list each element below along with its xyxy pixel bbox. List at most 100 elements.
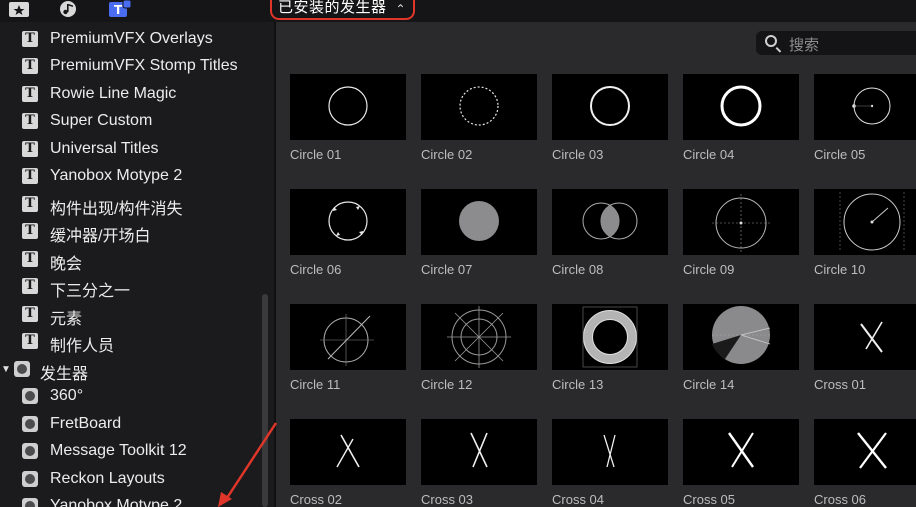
tile-label: Circle 05 (814, 147, 866, 162)
tile-label: Cross 02 (290, 492, 343, 507)
sidebar-item[interactable]: T PremiumVFX Overlays (0, 26, 262, 53)
tile-label: Cross 05 (683, 492, 736, 507)
thumbnail (552, 304, 668, 370)
title-t-icon: T (22, 223, 38, 239)
sidebar-item-label: Yanobox Motype 2 (50, 497, 183, 507)
titles-generators-icon[interactable]: T (108, 0, 132, 18)
sidebar-item[interactable]: Reckon Layouts (0, 466, 262, 493)
sidebar-item[interactable]: T 制作人员 (0, 328, 262, 355)
sidebar-item[interactable]: Message Toolkit 12 (0, 438, 262, 465)
thumbnail (552, 74, 668, 140)
search-icon (765, 35, 777, 47)
title-t-icon: T (22, 333, 38, 349)
disclosure-triangle-icon[interactable]: ▼ (1, 364, 11, 375)
sidebar-item-label: 下三分之一 (50, 283, 131, 300)
thumbnail (814, 419, 916, 485)
clapperboard-star-icon[interactable] (8, 0, 30, 18)
tile-label: Circle 12 (421, 377, 473, 392)
thumbnail (552, 189, 668, 255)
thumbnail (683, 189, 799, 255)
thumbnail (683, 304, 799, 370)
thumbnail (290, 419, 406, 485)
sidebar-item-label: 构件出现/构件消失 (50, 201, 183, 218)
sidebar-item[interactable]: T Yanobox Motype 2 (0, 163, 262, 190)
tile-label: Circle 06 (290, 262, 342, 277)
tile-label: Circle 03 (552, 147, 604, 162)
sidebar-group-label: 发生器 (40, 366, 89, 383)
thumbnail (290, 304, 406, 370)
tile-label: Cross 03 (421, 492, 474, 507)
sidebar-item[interactable]: T Super Custom (0, 108, 262, 135)
sidebar-scrollbar[interactable] (262, 294, 268, 507)
sidebar-item[interactable]: FretBoard (0, 411, 262, 438)
sidebar-item-label: Reckon Layouts (50, 470, 165, 487)
installed-generators-dropdown[interactable]: 已安装的发生器 ⌃ (270, 0, 415, 20)
title-t-icon: T (22, 168, 38, 184)
title-t-icon: T (22, 86, 38, 102)
music-photo-icon[interactable] (57, 0, 79, 18)
search-field[interactable]: 搜索 (756, 31, 916, 55)
thumbnail (552, 419, 668, 485)
tile-label: Circle 07 (421, 262, 473, 277)
sidebar-item[interactable]: T Rowie Line Magic (0, 81, 262, 108)
sidebar-item[interactable]: T 构件出现/构件消失 (0, 191, 262, 218)
sidebar-item-label: 360° (50, 387, 84, 404)
sidebar-item[interactable]: T 元素 (0, 301, 262, 328)
generator-icon (22, 416, 38, 432)
title-t-icon: T (22, 58, 38, 74)
thumbnail (814, 189, 916, 255)
sidebar-item[interactable]: T PremiumVFX Stomp Titles (0, 53, 262, 80)
dropdown-label: 已安装的发生器 (278, 0, 387, 16)
sidebar-item-label: Rowie Line Magic (50, 85, 177, 102)
tile-label: Circle 04 (683, 147, 735, 162)
title-t-icon: T (22, 251, 38, 267)
tile-label: Circle 01 (290, 147, 342, 162)
thumbnail (421, 74, 537, 140)
tile-label: Circle 02 (421, 147, 473, 162)
sidebar: T PremiumVFX Overlays T PremiumVFX Stomp… (0, 22, 274, 507)
thumbnail (421, 189, 537, 255)
tile-label: Cross 01 (814, 377, 867, 392)
sidebar-item-label: Super Custom (50, 112, 153, 129)
thumbnail (421, 304, 537, 370)
generator-icon (22, 388, 38, 404)
tile-label: Cross 04 (552, 492, 605, 507)
tile-label: Circle 11 (290, 377, 341, 392)
sidebar-item-label: Message Toolkit 12 (50, 442, 187, 459)
sidebar-item[interactable]: 360° (0, 383, 262, 410)
sidebar-item[interactable]: T 缓冲器/开场白 (0, 218, 262, 245)
sidebar-item-label: Universal Titles (50, 140, 159, 157)
sidebar-item-label: FretBoard (50, 415, 122, 432)
sidebar-item[interactable]: T 下三分之一 (0, 273, 262, 300)
thumbnail (814, 74, 916, 140)
sidebar-item[interactable]: T 晚会 (0, 246, 262, 273)
sidebar-item-label: 缓冲器/开场白 (50, 228, 151, 245)
title-t-icon: T (22, 278, 38, 294)
svg-text:T: T (114, 3, 123, 17)
sidebar-item-label: Yanobox Motype 2 (50, 167, 183, 184)
title-t-icon: T (22, 31, 38, 47)
generator-browser: 搜索 Circle 01 Circle 02 Circle 03 Circle … (276, 22, 916, 507)
generator-icon (14, 361, 30, 377)
generator-icon (22, 443, 38, 459)
title-t-icon: T (22, 141, 38, 157)
tile-label: Circle 14 (683, 377, 735, 392)
sidebar-item-label: 元素 (50, 311, 83, 328)
thumbnail (290, 189, 406, 255)
top-toolbar: T 已安装的发生器 ⌃ (0, 0, 916, 22)
tile-label: Circle 09 (683, 262, 735, 277)
title-t-icon: T (22, 306, 38, 322)
title-t-icon: T (22, 113, 38, 129)
search-placeholder: 搜索 (789, 37, 820, 54)
tile-label: Circle 08 (552, 262, 604, 277)
generator-icon (22, 498, 38, 507)
thumbnail (683, 419, 799, 485)
sidebar-group-generators[interactable]: ▼ 发生器 (0, 356, 262, 383)
sidebar-item[interactable]: T Universal Titles (0, 136, 262, 163)
tile-label: Cross 06 (814, 492, 867, 507)
sidebar-item[interactable]: Yanobox Motype 2 (0, 493, 262, 507)
sidebar-item-label: 制作人员 (50, 338, 115, 355)
sidebar-item-label: PremiumVFX Stomp Titles (50, 57, 238, 74)
tile-label: Circle 10 (814, 262, 866, 277)
thumbnail (421, 419, 537, 485)
